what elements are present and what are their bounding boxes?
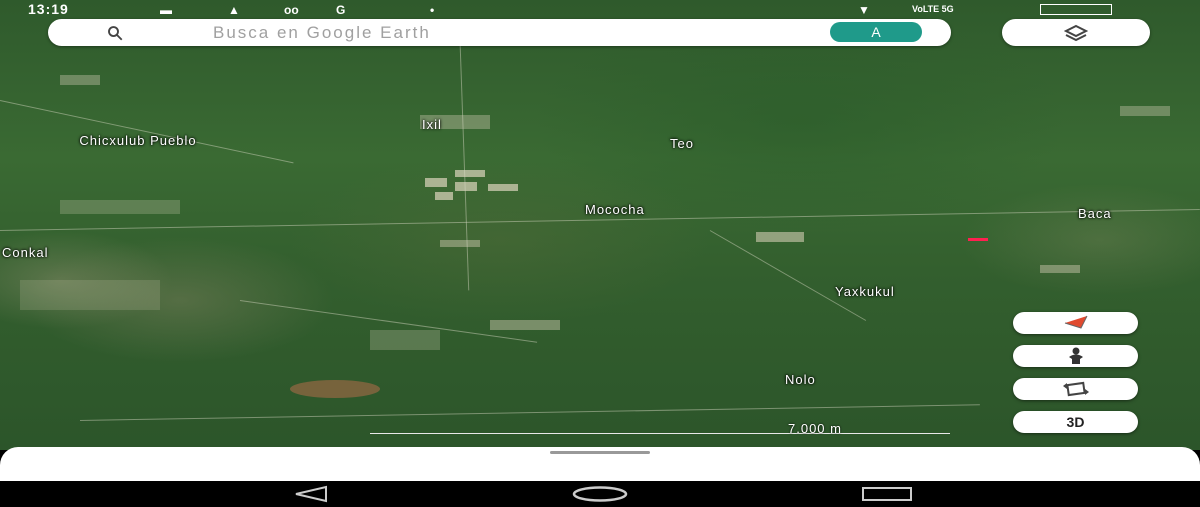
- field-patch: [756, 232, 804, 242]
- warning-icon: ▲: [228, 3, 240, 17]
- g-app-icon: G: [336, 3, 346, 17]
- sheet-drag-handle[interactable]: [550, 451, 650, 454]
- settlement-patch: [60, 200, 180, 214]
- place-label: Baca: [1078, 206, 1112, 221]
- field-patch: [455, 170, 485, 177]
- place-label: Teo: [670, 136, 694, 151]
- message-icon: ▬: [160, 3, 172, 17]
- field-patch: [1040, 265, 1080, 273]
- field-patch: [425, 178, 447, 187]
- settlement-patch: [370, 330, 440, 350]
- street-view-button[interactable]: [1013, 345, 1138, 367]
- place-label: Chicxulub Pueblo: [79, 133, 197, 148]
- status-time: 13:19: [28, 1, 69, 17]
- field-patch: [488, 184, 518, 191]
- field-patch: [1120, 106, 1170, 116]
- compass-icon: [1064, 315, 1087, 329]
- place-label: Mococha: [585, 202, 645, 217]
- battery-icon: [1040, 4, 1112, 15]
- voicemail-icon: oo: [284, 3, 299, 17]
- road: [0, 100, 294, 164]
- nav-back-icon[interactable]: [286, 485, 336, 503]
- place-label: Yaxkukul: [835, 284, 895, 299]
- location-marker: [968, 238, 988, 241]
- scale-label: 7.000 m: [788, 421, 842, 436]
- road: [79, 404, 980, 421]
- network-label: VoLTE 5G: [912, 4, 954, 14]
- scale-line: [370, 433, 950, 434]
- place-label: Conkal: [2, 245, 49, 260]
- search-bar[interactable]: Busca en Google Earth A: [48, 19, 951, 46]
- place-label: Nolo: [785, 372, 816, 387]
- field-patch: [455, 182, 477, 191]
- search-placeholder[interactable]: Busca en Google Earth: [213, 23, 431, 43]
- field-patch: [440, 240, 480, 247]
- search-icon[interactable]: [106, 24, 124, 42]
- status-bar: 13:19 ▬ ▲ oo G • ▼ VoLTE 5G: [0, 0, 1200, 18]
- account-avatar[interactable]: A: [830, 22, 922, 42]
- layers-button[interactable]: [1002, 19, 1150, 46]
- layers-icon: [1064, 24, 1088, 42]
- field-patch: [490, 320, 560, 330]
- wifi-icon: ▼: [858, 3, 870, 17]
- 3d-toggle-button[interactable]: 3D: [1013, 411, 1138, 433]
- place-label: Ixil: [422, 117, 442, 132]
- map-scale-bar: 7.000 m: [370, 421, 950, 436]
- rotate-button[interactable]: [1013, 378, 1138, 400]
- road: [459, 40, 470, 291]
- nav-recents-icon[interactable]: [860, 485, 914, 503]
- dot-icon: •: [430, 3, 435, 17]
- settlement-patch: [20, 280, 160, 310]
- bottom-sheet[interactable]: [0, 447, 1200, 481]
- field-patch: [435, 192, 453, 200]
- compass-button[interactable]: [1013, 312, 1138, 334]
- pegman-icon: [1068, 347, 1083, 364]
- settlement-patch: [60, 75, 100, 85]
- field-patch: [290, 380, 380, 398]
- rotate-icon: [1062, 381, 1089, 397]
- android-nav-bar: [0, 481, 1200, 507]
- road: [709, 230, 867, 321]
- nav-home-icon[interactable]: [570, 485, 630, 503]
